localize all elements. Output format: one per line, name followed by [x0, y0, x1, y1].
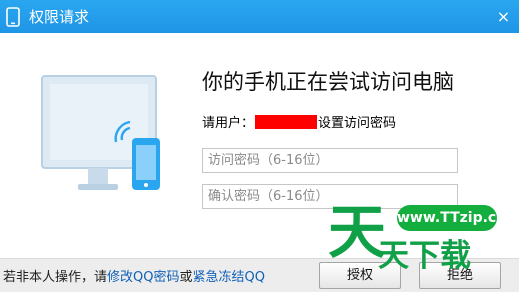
title-bar: 权限请求 ×: [0, 0, 519, 33]
change-password-link[interactable]: 修改QQ密码: [107, 270, 179, 285]
watermark-text: 天下载: [378, 238, 471, 274]
headline: 你的手机正在尝试访问电脑: [202, 70, 454, 94]
user-suffix-label: 设置访问密码: [318, 116, 397, 131]
phone-icon: [6, 7, 20, 27]
close-button[interactable]: ×: [488, 0, 519, 33]
user-line: 请用户： 设置访问密码: [202, 115, 396, 133]
user-prefix-label: 请用户：: [202, 116, 255, 131]
freeze-qq-link[interactable]: 紧急冻结QQ: [193, 270, 265, 285]
password-field[interactable]: [202, 148, 458, 173]
footer-notice: 若非本人操作，请修改QQ密码或紧急冻结QQ: [3, 269, 265, 287]
watermark-url-badge: www.TTzip.com: [397, 205, 519, 231]
footer-or: 或: [179, 270, 193, 285]
footer-prefix: 若非本人操作，请: [3, 270, 108, 285]
phone-to-computer-illustration: [41, 75, 160, 190]
redacted-username: [255, 115, 318, 129]
window-title: 权限请求: [29, 8, 90, 26]
